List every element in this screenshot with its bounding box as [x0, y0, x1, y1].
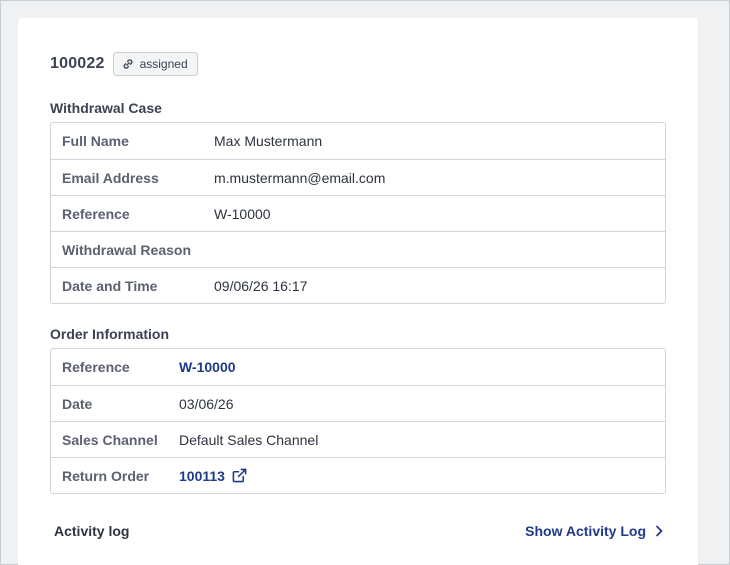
row-label: Email Address: [62, 169, 159, 186]
table-row: Sales Channel Default Sales Channel: [51, 421, 665, 457]
order-information-table: Reference W-10000 Date 03/06/26 Sales Ch…: [50, 348, 666, 494]
chevron-right-icon: [656, 525, 663, 537]
row-value: Max Mustermann: [214, 133, 323, 149]
table-row: Email Address m.mustermann@email.com: [51, 159, 665, 195]
case-detail-card: 100022 assigned Withdrawal Case Full Nam…: [18, 18, 698, 565]
row-label: Date: [62, 395, 93, 412]
row-label: Date and Time: [62, 277, 158, 294]
status-badge-label: assigned: [139, 57, 188, 71]
row-value: m.mustermann@email.com: [214, 169, 386, 186]
return-order-number: 100113: [179, 467, 225, 484]
row-value: 09/06/26 16:17: [214, 277, 308, 294]
row-label: Reference: [62, 205, 130, 222]
table-row: Return Order 100113: [51, 457, 665, 493]
external-link-icon: [232, 468, 247, 483]
case-header: 100022 assigned: [50, 52, 198, 76]
show-activity-log-button[interactable]: Show Activity Log: [525, 523, 663, 539]
order-reference-link[interactable]: W-10000: [179, 359, 236, 375]
table-row: Reference W-10000: [51, 349, 665, 385]
return-order-link[interactable]: 100113: [179, 468, 247, 484]
row-value: 03/06/26: [179, 395, 234, 412]
link-icon: [123, 59, 133, 69]
table-row: Withdrawal Reason: [51, 231, 665, 267]
row-label: Return Order: [62, 467, 150, 484]
row-label: Withdrawal Reason: [62, 241, 192, 258]
withdrawal-case-table: Full Name Max Mustermann Email Address m…: [50, 122, 666, 304]
row-label: Full Name: [62, 133, 129, 149]
table-row: Date and Time 09/06/26 16:17: [51, 267, 665, 303]
table-row: Date 03/06/26: [51, 385, 665, 421]
withdrawal-case-title: Withdrawal Case: [50, 100, 162, 116]
activity-log-label: Activity log: [54, 523, 130, 539]
row-value: W-10000: [214, 205, 271, 222]
row-value: Default Sales Channel: [179, 431, 319, 448]
table-row: Reference W-10000: [51, 195, 665, 231]
show-activity-log-label: Show Activity Log: [525, 523, 646, 539]
case-id: 100022: [50, 55, 105, 72]
status-badge: assigned: [112, 52, 198, 76]
table-row: Full Name Max Mustermann: [51, 123, 665, 159]
order-information-title: Order Information: [50, 326, 170, 342]
row-label: Reference: [62, 359, 130, 375]
row-label: Sales Channel: [62, 431, 158, 448]
